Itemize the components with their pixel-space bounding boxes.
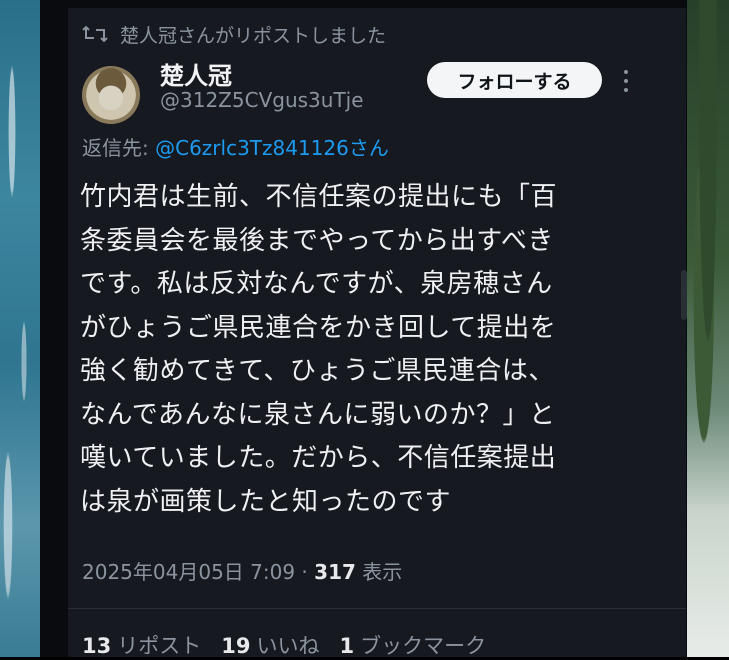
tweet-card: 楚人冠さんがリポストしました 楚人冠 @312Z5CVgus3uTje フォロー… [68, 8, 687, 660]
more-vertical-icon[interactable] [618, 66, 634, 96]
reply-prefix: 返信先: [82, 136, 156, 160]
repost-icon [82, 23, 108, 45]
repost-indicator: 楚人冠さんがリポストしました [82, 14, 386, 54]
view-count: 317 [314, 560, 356, 584]
avatar[interactable] [82, 66, 140, 124]
divider [68, 608, 686, 609]
follow-button[interactable]: フォローする [427, 62, 602, 98]
tweet-timestamp[interactable]: 2025年04月05日 7:09 [82, 560, 295, 584]
repost-text: 楚人冠さんがリポストしました [120, 24, 387, 47]
reply-to: 返信先: @C6zrlc3Tz841126さん [82, 132, 389, 161]
scrollbar[interactable] [681, 270, 687, 320]
author-handle[interactable]: @312Z5CVgus3uTje [160, 88, 364, 112]
stat-reposts[interactable]: 13 リポスト [82, 630, 201, 660]
views-label: 表示 [355, 560, 403, 584]
stat-likes[interactable]: 19 いいね [221, 630, 319, 660]
phone-screen: 楚人冠さんがリポストしました 楚人冠 @312Z5CVgus3uTje フォロー… [40, 0, 687, 660]
tweet-body: 竹内君は生前、不信任案の提出にも「百 条委員会を最後までやってから出すべき です… [80, 182, 558, 517]
meta-separator: · [295, 560, 315, 584]
background-forest-right [687, 0, 729, 657]
author-name[interactable]: 楚人冠 [160, 56, 232, 91]
tweet-meta: 2025年04月05日 7:09 · 317 表示 [82, 556, 402, 585]
background-ocean-left [0, 0, 40, 657]
engagement-stats: 13 リポスト 19 いいね 1 ブックマーク [82, 630, 486, 660]
reply-target-link[interactable]: @C6zrlc3Tz841126さん [155, 136, 389, 160]
stat-bookmarks[interactable]: 1 ブックマーク [339, 630, 486, 660]
